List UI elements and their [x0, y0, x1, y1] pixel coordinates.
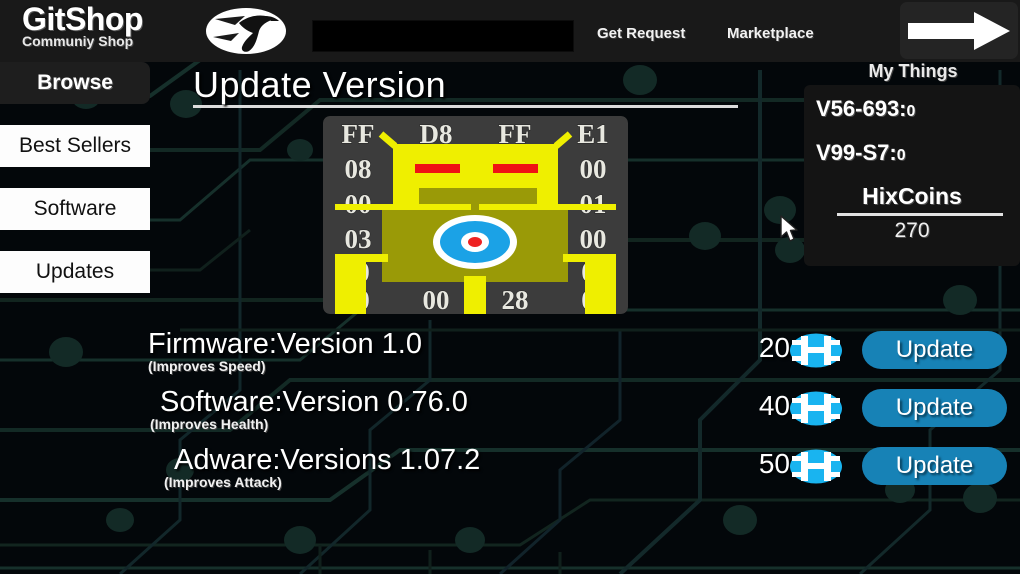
- upgrade-description: (Improves Health): [150, 416, 269, 432]
- upgrade-row-firmware: Firmware:Version 1.0 (Improves Speed) 20…: [0, 328, 1020, 382]
- hixcoin-icon: [789, 449, 843, 484]
- update-button[interactable]: Update: [862, 447, 1007, 485]
- upgrade-name: Firmware:Version 1.0: [148, 328, 422, 360]
- sidebar-item-browse[interactable]: Browse: [0, 62, 150, 104]
- upgrade-price: 50: [758, 448, 790, 479]
- game-shop-screen: GitShop Communiy Shop Get Request Market…: [0, 0, 1020, 574]
- page-title-container: Update Version: [193, 64, 738, 108]
- my-things-entry-label: V56-693:: [816, 96, 907, 121]
- nav-link-get-request[interactable]: Get Request: [597, 25, 685, 42]
- hixcoins-label: HixCoins: [862, 183, 962, 209]
- forward-arrow-button[interactable]: [900, 2, 1018, 59]
- upgrade-name: Adware:Versions 1.07.2: [174, 444, 481, 476]
- shop-mascot-icon: [205, 7, 287, 55]
- top-navigation-bar: GitShop Communiy Shop Get Request Market…: [0, 0, 1020, 62]
- app-logo-subtitle: Communiy Shop: [22, 33, 134, 49]
- hixcoins-underline: [837, 213, 1003, 216]
- hixcoin-icon: [789, 333, 843, 368]
- my-things-entry: V99-S7:0: [816, 140, 906, 166]
- upgrade-price: 40: [758, 390, 790, 421]
- arrow-right-icon: [908, 12, 1010, 50]
- my-things-panel: V56-693:0 V99-S7:0 HixCoins 270: [804, 85, 1020, 266]
- sidebar-item-label: Updates: [35, 260, 115, 283]
- sidebar-item-label: Best Sellers: [18, 134, 132, 157]
- my-things-title: My Things: [868, 61, 958, 81]
- svg-text:28: 28: [502, 285, 529, 314]
- svg-text:03: 03: [345, 224, 372, 254]
- sidebar-item-best-sellers[interactable]: Best Sellers: [0, 125, 150, 167]
- robot-hexdump-image: FF D8 FF E1 08 00 00 01 03 00 0 00 A0 0 …: [323, 116, 628, 314]
- app-logo[interactable]: GitShop Communiy Shop: [22, 2, 202, 49]
- svg-text:00: 00: [423, 285, 450, 314]
- upgrade-name: Software:Version 0.76.0: [160, 386, 468, 418]
- update-button[interactable]: Update: [862, 331, 1007, 369]
- sidebar-item-label: Software: [33, 197, 117, 220]
- hixcoins-value: 270: [894, 219, 930, 242]
- my-things-entry-qty: 0: [896, 147, 906, 164]
- upgrade-row-software: Software:Version 0.76.0 (Improves Health…: [0, 386, 1020, 440]
- nav-link-marketplace[interactable]: Marketplace: [727, 25, 814, 42]
- my-things-entry-label: V99-S7:: [816, 140, 897, 165]
- sidebar-item-software[interactable]: Software: [0, 188, 150, 230]
- svg-text:FF: FF: [342, 119, 375, 149]
- svg-text:E1: E1: [577, 119, 609, 149]
- upgrade-row-adware: Adware:Versions 1.07.2 (Improves Attack)…: [0, 444, 1020, 498]
- app-logo-title: GitShop: [22, 1, 143, 37]
- my-things-entry: V56-693:0: [816, 96, 915, 122]
- hixcoin-icon: [789, 391, 843, 426]
- search-input[interactable]: [312, 20, 574, 52]
- sidebar-item-label: Browse: [37, 71, 113, 94]
- svg-text:00: 00: [580, 154, 607, 184]
- svg-text:08: 08: [345, 154, 372, 184]
- upgrade-description: (Improves Speed): [148, 358, 266, 374]
- upgrade-price: 20: [758, 332, 790, 363]
- update-button[interactable]: Update: [862, 389, 1007, 427]
- upgrade-description: (Improves Attack): [164, 474, 282, 490]
- my-things-entry-qty: 0: [906, 103, 916, 120]
- page-title: Update Version: [193, 64, 447, 105]
- sidebar-navigation: Browse Best Sellers Software Updates: [0, 62, 150, 314]
- svg-text:00: 00: [580, 224, 607, 254]
- sidebar-item-updates[interactable]: Updates: [0, 251, 150, 293]
